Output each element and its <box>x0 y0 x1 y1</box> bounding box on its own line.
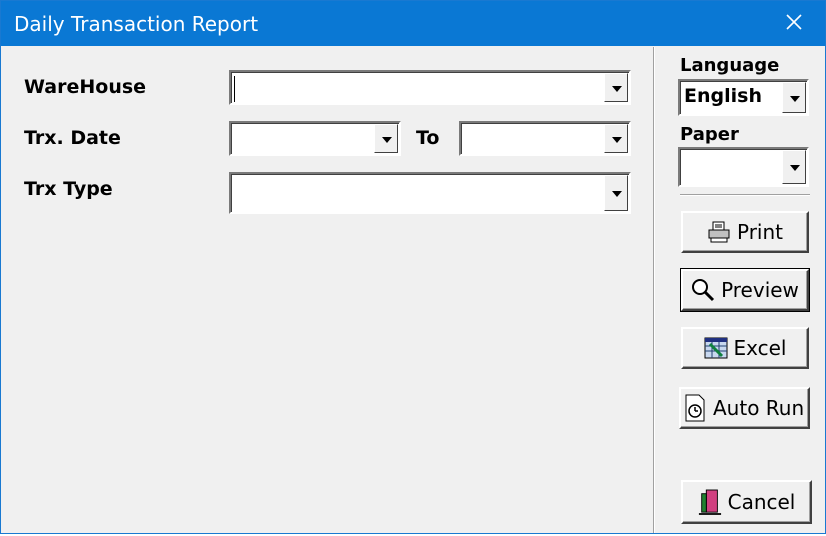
trx-type-label: Trx Type <box>24 178 113 200</box>
trx-date-from-combo[interactable] <box>229 121 401 156</box>
paper-combo[interactable] <box>678 147 809 187</box>
cancel-button[interactable]: Cancel <box>681 480 812 524</box>
auto-run-label: Auto Run <box>713 396 805 420</box>
language-value: English <box>684 85 762 107</box>
vertical-divider <box>653 47 654 533</box>
warehouse-label: WareHouse <box>24 76 147 98</box>
clock-document-icon <box>683 394 707 422</box>
language-combo[interactable]: English <box>678 79 809 116</box>
trx-type-dropdown-button[interactable] <box>604 175 628 211</box>
print-button[interactable]: Print <box>681 211 809 253</box>
door-exit-icon <box>698 489 722 515</box>
title-bar: Daily Transaction Report <box>1 1 825 46</box>
trx-date-to-dropdown-button[interactable] <box>604 124 628 153</box>
preview-button[interactable]: Preview <box>680 268 810 312</box>
window-title: Daily Transaction Report <box>14 12 259 36</box>
paper-label: Paper <box>680 124 739 145</box>
auto-run-button[interactable]: Auto Run <box>679 387 810 429</box>
warehouse-dropdown-button[interactable] <box>604 73 628 102</box>
close-button[interactable] <box>781 9 807 35</box>
preview-label: Preview <box>721 278 799 302</box>
spreadsheet-icon <box>704 336 728 360</box>
language-label: Language <box>680 55 780 76</box>
printer-icon <box>707 220 731 244</box>
close-icon <box>786 14 802 30</box>
trx-date-to-combo[interactable] <box>459 121 631 156</box>
text-cursor <box>234 76 235 102</box>
trx-type-combo[interactable] <box>229 172 631 214</box>
trx-date-label: Trx. Date <box>24 127 121 149</box>
trx-date-from-dropdown-button[interactable] <box>374 124 398 153</box>
excel-label: Excel <box>733 336 787 360</box>
excel-button[interactable]: Excel <box>681 327 809 369</box>
print-label: Print <box>736 220 783 244</box>
paper-dropdown-button[interactable] <box>782 150 806 184</box>
warehouse-combo[interactable] <box>229 70 631 105</box>
magnifier-icon <box>691 278 715 302</box>
language-dropdown-button[interactable] <box>782 82 806 113</box>
to-label: To <box>416 127 440 149</box>
report-window: Daily Transaction Report WareHouse Trx. … <box>0 0 826 534</box>
horizontal-divider <box>680 194 810 195</box>
cancel-label: Cancel <box>727 490 796 514</box>
